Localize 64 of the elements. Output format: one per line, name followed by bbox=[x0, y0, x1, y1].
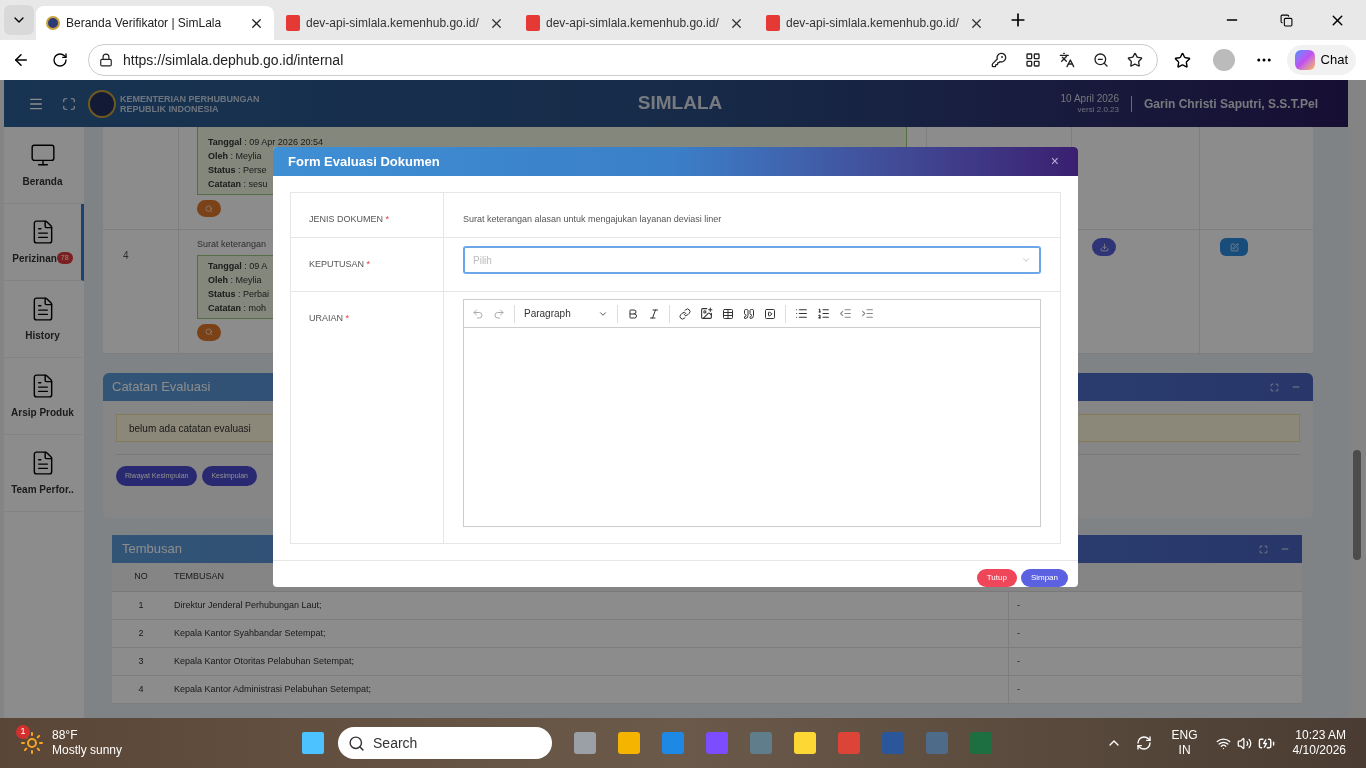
table-cell-text: Kepala Kantor Administrasi Pelabuhan Setempat; bbox=[173, 682, 373, 696]
sidebar-label: Perizinan bbox=[12, 251, 57, 266]
table-cell-text: 3 bbox=[137, 654, 145, 668]
table-cell: - bbox=[1008, 648, 1020, 675]
url-text: https://simlala.dephub.go.id/internal bbox=[123, 50, 345, 70]
log-entry: Oleh : Meylia bbox=[208, 150, 262, 163]
tab-title: dev-api-simlala.kemenhub.go.id/ bbox=[546, 15, 720, 32]
sidebar-label: Team Perfor.. bbox=[11, 482, 74, 497]
table-cell: - bbox=[1008, 592, 1020, 619]
table-cell: - bbox=[1008, 620, 1020, 647]
card-title: Tembusan bbox=[122, 540, 183, 559]
log-entry: Tanggal : 09 Apr 2026 20:54 bbox=[208, 136, 323, 149]
clock-date: 4/10/2026 bbox=[1292, 743, 1346, 758]
field-label: JENIS DOKUMEN * bbox=[309, 214, 390, 224]
table-cell-text: 1 bbox=[137, 598, 145, 612]
save-button[interactable]: Simpan bbox=[1020, 569, 1068, 587]
copilot-chat-button[interactable]: Chat bbox=[1286, 45, 1356, 75]
table-cell-text: Kepala Kantor Syahbandar Setempat; bbox=[173, 626, 327, 640]
close-button[interactable]: × bbox=[1050, 151, 1059, 172]
field-label: KEPUTUSAN * bbox=[309, 259, 371, 269]
language-text: IN bbox=[1178, 743, 1191, 758]
column-header: NO bbox=[133, 570, 149, 584]
field-label: URAIAN * bbox=[309, 313, 350, 323]
temperature-text: 88°F bbox=[52, 728, 79, 743]
browser-tab[interactable]: dev-api-simlala.kemenhub.go.id/ bbox=[516, 6, 754, 40]
card-title: Catatan Evaluasi bbox=[112, 378, 212, 397]
table-cell-text: Kepala Kantor Otoritas Pelabuhan Setempat; bbox=[173, 654, 356, 668]
field-value: Surat keterangan alasan untuk mengajukan layanan deviasi liner bbox=[463, 214, 722, 224]
close-button[interactable]: Tutup bbox=[976, 569, 1017, 587]
table-cell-text: Direktur Jenderal Perhubungan Laut; bbox=[173, 598, 323, 612]
tab-title: Beranda Verifikator | SimLala bbox=[66, 15, 223, 32]
user-name: Garin Christi Saputri, S.S.T.Pel bbox=[1143, 95, 1318, 113]
browser-tab[interactable]: Beranda Verifikator | SimLala bbox=[36, 6, 274, 40]
table-cell: - bbox=[1008, 676, 1020, 703]
ministry-name: KEMENTERIAN PERHUBUNGAN bbox=[120, 93, 260, 104]
log-entry: Oleh : Meylia bbox=[208, 273, 262, 287]
log-entry: Catatan : moh bbox=[208, 301, 267, 315]
log-entry: Tanggal : 09 A bbox=[208, 259, 268, 273]
sidebar-label: Beranda bbox=[22, 174, 63, 189]
tab-title: dev-api-simlala.kemenhub.go.id/ bbox=[786, 15, 960, 32]
ministry-name: REPUBLIK INDONESIA bbox=[120, 103, 220, 114]
version-text: versi 2.0.23 bbox=[1077, 104, 1119, 115]
search-field[interactable]: Search bbox=[338, 727, 553, 759]
log-entry: Status : Perbai bbox=[208, 287, 270, 301]
document-title: Surat keterangan bbox=[197, 238, 267, 251]
date-text: 10 April 2026 bbox=[1060, 92, 1119, 104]
sidebar-label: History bbox=[25, 328, 60, 343]
weather-text: Mostly sunny bbox=[52, 743, 123, 758]
log-entry: Status : Perse bbox=[208, 164, 267, 177]
app-title: SIMLALA bbox=[636, 91, 723, 116]
language-text: ENG bbox=[1171, 728, 1198, 743]
table-cell-text: 4 bbox=[137, 682, 145, 696]
clock-time: 10:23 AM bbox=[1295, 728, 1346, 743]
table-cell-text: 2 bbox=[137, 626, 145, 640]
modal-title: Form Evaluasi Dokumen bbox=[288, 152, 441, 171]
notification-badge: 1 bbox=[16, 725, 30, 739]
column-header: TEMBUSAN bbox=[173, 570, 224, 584]
browser-tab[interactable]: dev-api-simlala.kemenhub.go.id/ bbox=[756, 6, 994, 40]
paragraph-dropdown[interactable]: Paragraph bbox=[524, 306, 608, 321]
tab-title: dev-api-simlala.kemenhub.go.id/ bbox=[306, 15, 480, 32]
browser-tab[interactable]: dev-api-simlala.kemenhub.go.id/ bbox=[276, 6, 514, 40]
sidebar-label: Arsip Produk bbox=[11, 405, 74, 420]
log-entry: Catatan : sesu bbox=[208, 178, 268, 191]
row-number: 4 bbox=[123, 250, 129, 261]
